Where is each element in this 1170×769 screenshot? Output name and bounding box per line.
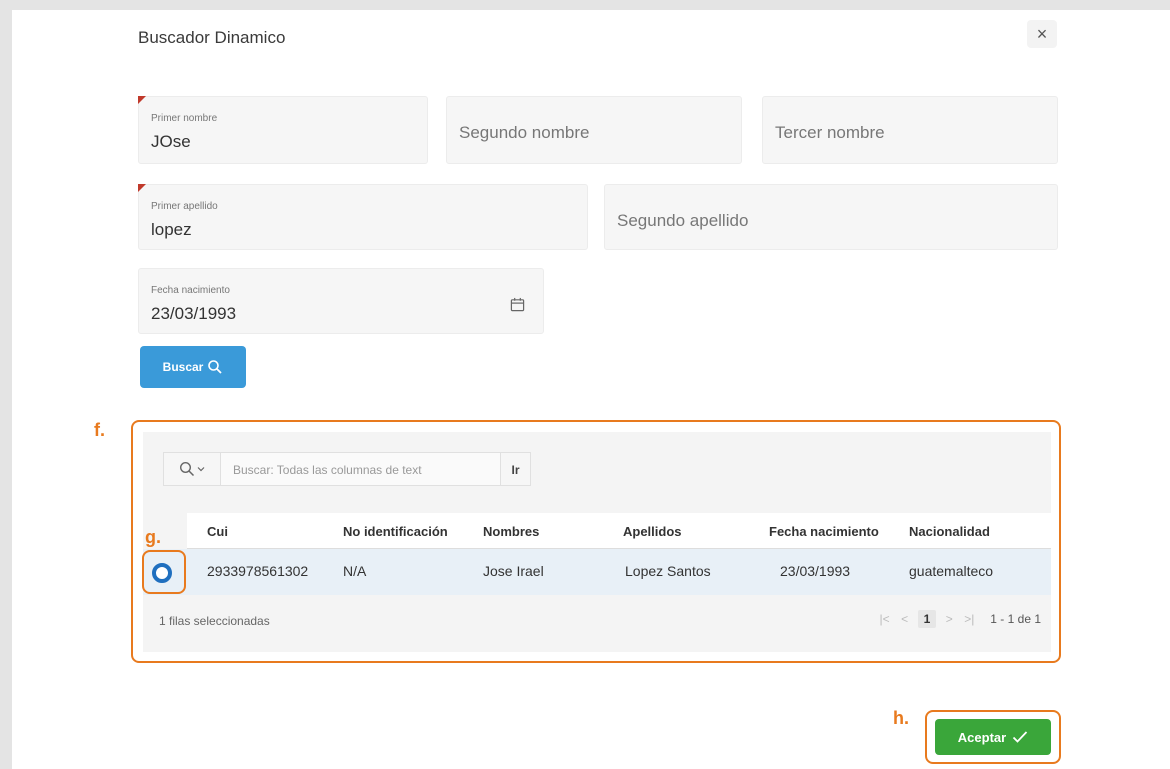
search-icon xyxy=(179,461,195,477)
search-column-selector[interactable] xyxy=(163,452,221,486)
search-icon xyxy=(208,360,222,374)
table-header: Cui No identificación Nombres Apellidos … xyxy=(187,513,1051,549)
required-marker xyxy=(138,96,146,104)
fecha-nacimiento-label: Fecha nacimiento xyxy=(151,285,230,296)
close-button[interactable]: × xyxy=(1027,20,1057,48)
marker-g: g. xyxy=(145,527,161,547)
current-page[interactable]: 1 xyxy=(917,610,937,628)
aceptar-button[interactable]: Aceptar xyxy=(935,719,1051,755)
cell-cui: 2933978561302 xyxy=(207,563,309,579)
cell-apellidos: Lopez Santos xyxy=(625,563,711,579)
results-grid: Buscar: Todas las columnas de text Ir Cu… xyxy=(143,432,1051,652)
results-grid-highlight: Buscar: Todas las columnas de text Ir Cu… xyxy=(131,420,1061,663)
cell-nacionalidad: guatemalteco xyxy=(909,563,994,579)
close-icon: × xyxy=(1036,24,1048,44)
column-header-apellidos[interactable]: Apellidos xyxy=(623,524,753,539)
primer-nombre-label: Primer nombre xyxy=(151,113,218,124)
tercer-nombre-field[interactable]: Tercer nombre xyxy=(762,96,1058,164)
chevron-down-icon xyxy=(197,467,205,472)
segundo-nombre-field[interactable]: Segundo nombre xyxy=(446,96,742,164)
selected-rows-count: 1 filas seleccionadas xyxy=(159,614,270,628)
fecha-nacimiento-value: 23/03/1993 xyxy=(151,304,237,323)
column-header-nombres[interactable]: Nombres xyxy=(483,524,613,539)
previous-page-icon[interactable]: < xyxy=(898,612,912,626)
primer-apellido-label: Primer apellido xyxy=(151,201,218,212)
calendar-icon[interactable] xyxy=(510,297,525,312)
column-header-fecha-nacimiento[interactable]: Fecha nacimiento xyxy=(769,524,905,539)
buscar-label: Buscar xyxy=(162,360,204,374)
first-page-icon[interactable]: |< xyxy=(878,612,892,626)
row-select-highlight xyxy=(142,550,186,594)
grid-search-input[interactable]: Buscar: Todas las columnas de text xyxy=(221,452,501,486)
grid-search-bar: Buscar: Todas las columnas de text Ir xyxy=(163,452,531,486)
primer-apellido-value: lopez xyxy=(151,220,192,239)
aceptar-label: Aceptar xyxy=(957,729,1007,745)
primer-nombre-value: JOse xyxy=(151,132,191,151)
cell-no-identificacion: N/A xyxy=(343,563,367,579)
primer-nombre-field[interactable]: Primer nombre JOse xyxy=(138,96,428,164)
segundo-apellido-field[interactable]: Segundo apellido xyxy=(604,184,1058,250)
last-page-icon[interactable]: >| xyxy=(962,612,976,626)
next-page-icon[interactable]: > xyxy=(942,612,956,626)
primer-apellido-field[interactable]: Primer apellido lopez xyxy=(138,184,588,250)
required-marker xyxy=(138,184,146,192)
ir-button[interactable]: Ir xyxy=(501,452,531,486)
pagination: |< < 1 > >| 1 - 1 de 1 xyxy=(878,610,1041,628)
marker-f: f. xyxy=(94,420,105,440)
buscar-button[interactable]: Buscar xyxy=(140,346,246,388)
tercer-nombre-placeholder: Tercer nombre xyxy=(775,123,885,142)
cell-nombres: Jose Irael xyxy=(483,563,544,579)
fecha-nacimiento-field[interactable]: Fecha nacimiento 23/03/1993 xyxy=(138,268,544,334)
column-header-cui[interactable]: Cui xyxy=(207,524,337,539)
column-header-no-identificacion[interactable]: No identificación xyxy=(343,524,479,539)
segundo-nombre-placeholder: Segundo nombre xyxy=(459,123,590,142)
row-select-radio[interactable] xyxy=(152,563,172,583)
cell-fecha-nacimiento: 23/03/1993 xyxy=(780,563,851,579)
checkmark-icon xyxy=(1013,731,1028,743)
segundo-apellido-placeholder: Segundo apellido xyxy=(617,211,749,230)
column-header-nacionalidad[interactable]: Nacionalidad xyxy=(909,524,1049,539)
accept-button-highlight: Aceptar xyxy=(925,710,1061,764)
table-row[interactable]: 2933978561302 N/A Jose Irael Lopez Santo… xyxy=(143,549,1051,595)
marker-h: h. xyxy=(893,708,909,728)
dialog-title: Buscador Dinamico xyxy=(138,28,286,47)
page-range: 1 - 1 de 1 xyxy=(990,612,1041,626)
